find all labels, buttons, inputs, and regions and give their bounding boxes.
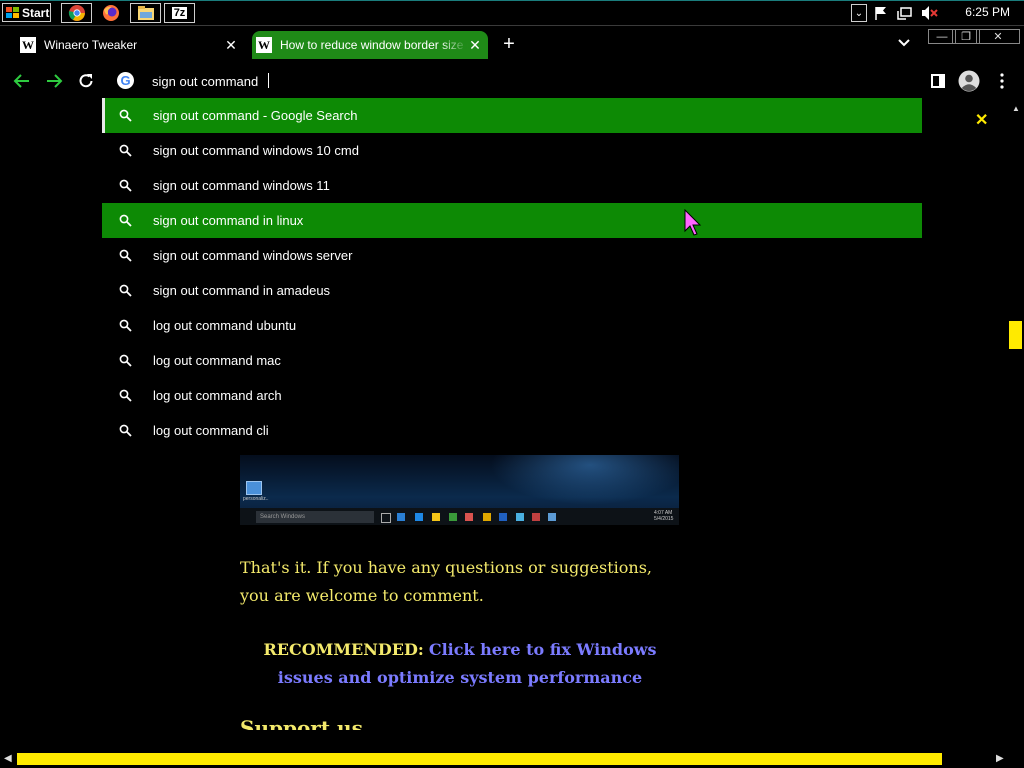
action-center-flag-icon[interactable] [873, 5, 889, 26]
7zip-icon: 7z [171, 7, 188, 19]
chrome-icon [68, 5, 85, 21]
network-icon[interactable] [897, 5, 913, 26]
start-button[interactable]: Start [2, 3, 51, 22]
arrow-right-icon [47, 74, 63, 88]
search-icon [119, 109, 137, 122]
suggestion-item[interactable]: sign out command windows server [102, 238, 922, 273]
text-caret [268, 73, 269, 88]
recommended-block: RECOMMENDED: Click here to fix Windows i… [240, 636, 680, 692]
winaero-favicon-icon: W [256, 37, 272, 53]
search-icon [119, 389, 137, 402]
tab-title: Winaero Tweaker [44, 38, 138, 52]
tab-title: How to reduce window border size in Wind… [280, 38, 468, 52]
suggestion-item[interactable]: sign out command windows 10 cmd [102, 133, 922, 168]
kebab-menu-icon [1000, 73, 1004, 89]
mouse-cursor-icon [684, 208, 702, 242]
suggestion-text: log out command cli [153, 423, 269, 438]
selected-indicator [102, 98, 105, 133]
suggestion-text: sign out command in linux [153, 213, 304, 228]
side-panel-button[interactable] [927, 70, 949, 92]
scroll-right-arrow-icon[interactable]: ▶ [996, 753, 1004, 764]
search-icon [119, 284, 137, 297]
suggestion-text: sign out command - Google Search [153, 108, 358, 123]
horizontal-scrollbar-thumb[interactable] [17, 753, 942, 765]
taskbar-7zip-button[interactable]: 7z [164, 3, 195, 23]
close-tab-icon[interactable]: ✕ [224, 37, 238, 54]
tab-search-chevron-icon[interactable] [898, 36, 910, 50]
new-tab-button[interactable]: + [499, 34, 519, 54]
scroll-left-arrow-icon[interactable]: ◀ [4, 753, 12, 764]
screenshot-clock-date: 5/4/2015 [654, 516, 674, 522]
search-icon [119, 144, 137, 157]
search-icon [119, 249, 137, 262]
google-icon: G [117, 72, 134, 89]
profile-button[interactable] [958, 70, 980, 92]
suggestion-text: sign out command windows 11 [153, 178, 330, 193]
desktop-icon-label: personaliz.. [243, 496, 269, 502]
close-banner-icon[interactable]: ✕ [975, 110, 988, 130]
side-panel-icon [931, 74, 945, 88]
volume-muted-icon[interactable] [921, 5, 939, 26]
taskbar-chrome-button[interactable] [61, 3, 92, 23]
file-explorer-icon [137, 6, 154, 20]
tab-reduce-border-size[interactable]: W How to reduce window border size in Wi… [252, 31, 488, 59]
screenshot-search-box: Search Windows [256, 511, 374, 523]
arrow-left-icon [13, 74, 29, 88]
suggestion-text: sign out command windows server [153, 248, 353, 263]
start-label: Start [22, 5, 50, 20]
search-icon [119, 424, 137, 437]
winaero-favicon-icon: W [20, 37, 36, 53]
close-window-button[interactable]: ✕ [976, 29, 1020, 44]
suggestion-item[interactable]: log out command cli [102, 413, 922, 448]
taskbar-clock[interactable]: 6:25 PM [940, 5, 1010, 19]
suggestion-item[interactable]: log out command arch [102, 378, 922, 413]
search-icon [119, 179, 137, 192]
back-button[interactable] [11, 70, 33, 92]
reload-icon [79, 74, 93, 88]
suggestion-item[interactable]: log out command mac [102, 343, 922, 378]
taskbar-explorer-button[interactable] [130, 3, 161, 23]
taskbar-firefox-button[interactable] [95, 3, 126, 23]
recommended-label: RECOMMENDED: [263, 640, 424, 659]
suggestion-item[interactable]: sign out command in amadeus [102, 273, 922, 308]
tab-winaero-tweaker[interactable]: W Winaero Tweaker ✕ [16, 31, 244, 59]
show-hidden-icons-icon[interactable]: ⌄ [851, 4, 867, 22]
search-icon [119, 319, 137, 332]
article-screenshot-image: personaliz.. Search Windows 4:07 AM 5/4/2… [240, 455, 679, 525]
firefox-icon [102, 5, 119, 21]
suggestion-item[interactable]: log out command ubuntu [102, 308, 922, 343]
support-heading: Support us [240, 716, 363, 730]
suggestion-item[interactable]: sign out command in linux [102, 203, 922, 238]
scroll-up-arrow-icon[interactable]: ▲ [1012, 104, 1020, 113]
suggestion-item[interactable]: sign out command - Google Search [102, 98, 922, 133]
forward-button[interactable] [43, 70, 65, 92]
menu-button[interactable] [991, 70, 1013, 92]
reload-button[interactable] [75, 70, 97, 92]
windows-logo-icon [6, 6, 19, 19]
suggestion-text: log out command mac [153, 353, 281, 368]
close-tab-icon[interactable]: ✕ [468, 37, 482, 54]
suggestion-text: sign out command windows 10 cmd [153, 143, 359, 158]
suggestion-text: log out command arch [153, 388, 282, 403]
closing-paragraph: That's it. If you have any questions or … [240, 558, 652, 605]
search-icon [119, 214, 137, 227]
suggestion-text: log out command ubuntu [153, 318, 297, 333]
avatar-icon [958, 70, 980, 92]
suggestion-text: sign out command in amadeus [153, 283, 331, 298]
suggestion-item[interactable]: sign out command windows 11 [102, 168, 922, 203]
search-icon [119, 354, 137, 367]
vertical-scrollbar-thumb[interactable] [1009, 321, 1022, 349]
omnibox-input[interactable] [152, 72, 652, 90]
